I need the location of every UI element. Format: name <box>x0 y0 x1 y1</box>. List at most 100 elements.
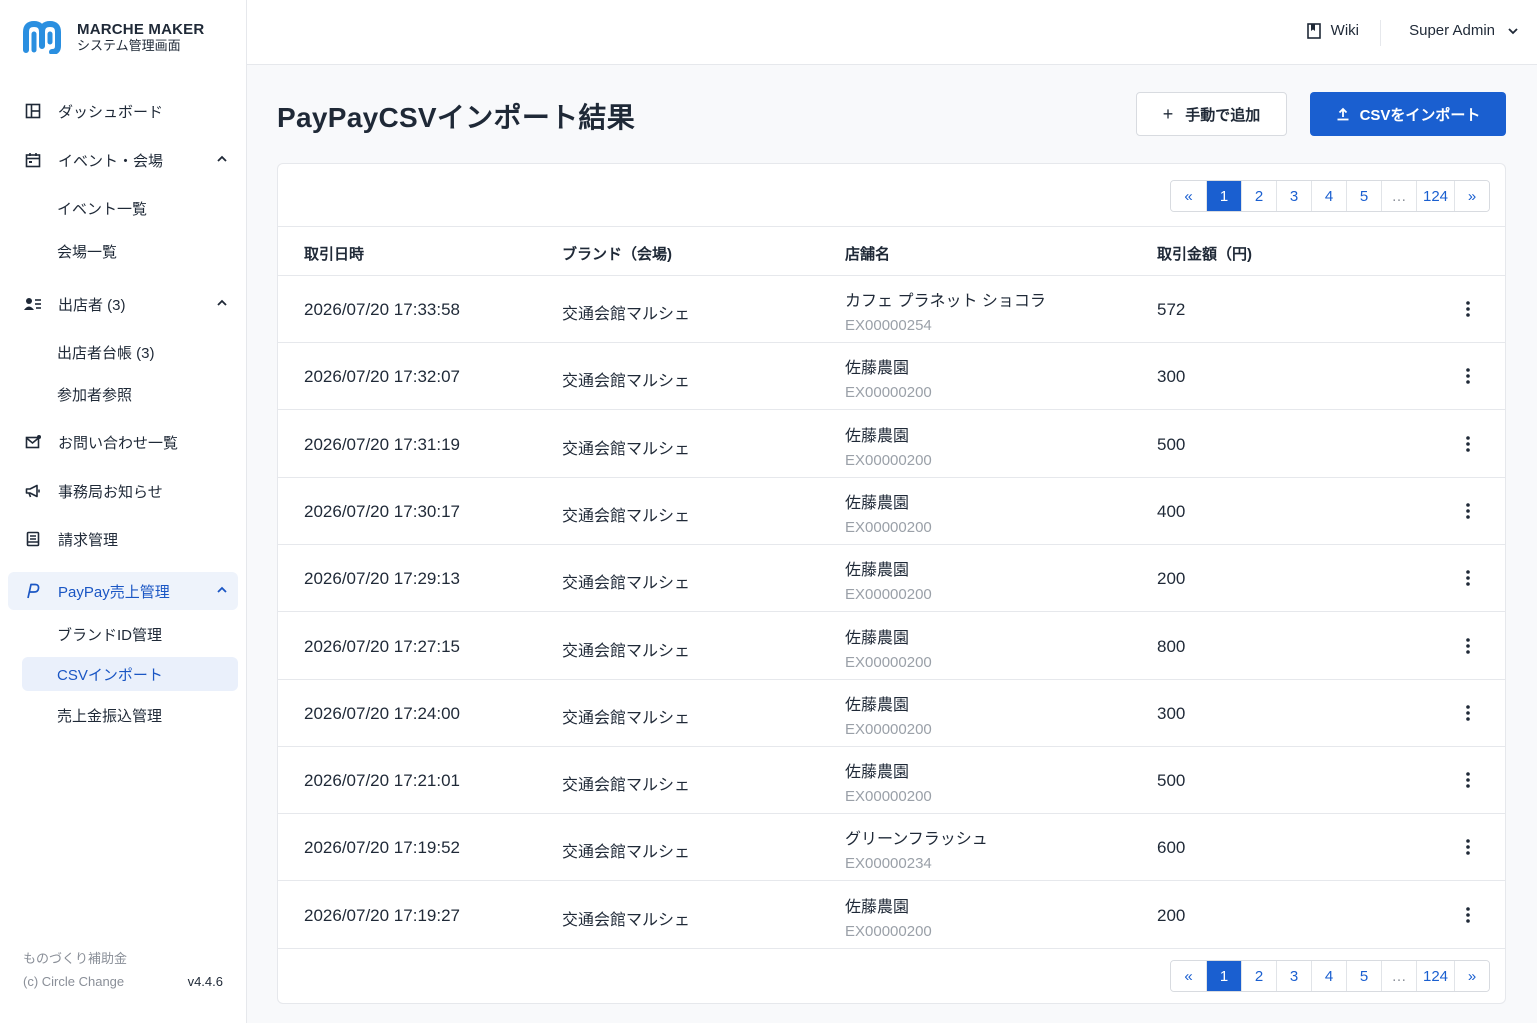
subsidy-note: ものづくり補助金 <box>23 951 128 966</box>
store-id: EX00000200 <box>845 653 932 671</box>
pagination-page[interactable]: 1 <box>1206 181 1241 211</box>
pagination-top: « 1 2 3 4 5 … 124 » <box>1170 180 1490 212</box>
sidebar-item-sales-transfer[interactable]: 売上金振込管理 <box>22 698 238 732</box>
pagination-last-page[interactable]: 124 <box>1416 961 1454 991</box>
table-header: 取引日時 ブランド（会場) 店舗名 取引金額（円) <box>278 226 1505 276</box>
user-menu[interactable]: Super Admin <box>1409 22 1519 39</box>
wiki-link[interactable]: Wiki <box>1306 22 1359 39</box>
store-name: 佐藤農園 <box>845 898 910 916</box>
transaction-datetime: 2026/07/20 17:32:07 <box>304 367 460 387</box>
manual-add-button[interactable]: + 手動で追加 <box>1136 92 1287 136</box>
transaction-amount: 500 <box>1157 771 1186 791</box>
sidebar-item-participant-ref[interactable]: 参加者参照 <box>22 377 238 411</box>
store-cell: 佐藤農園 EX00000200 <box>845 422 932 469</box>
column-header-store: 店舗名 <box>845 246 891 263</box>
transaction-datetime: 2026/07/20 17:24:00 <box>304 703 460 723</box>
pagination-prev[interactable]: « <box>1171 961 1206 991</box>
brand-venue: 交通会館マルシェ <box>562 306 691 323</box>
pagination-page[interactable]: 2 <box>1241 181 1276 211</box>
kebab-menu-icon[interactable] <box>1458 299 1478 319</box>
pagination-page[interactable]: 3 <box>1276 961 1311 991</box>
transaction-amount: 200 <box>1157 569 1186 589</box>
column-header-date: 取引日時 <box>304 246 365 263</box>
pagination-ellipsis: … <box>1381 961 1416 991</box>
table-row[interactable]: 2026/07/20 17:32:07 交通会館マルシェ 佐藤農園 EX0000020… <box>278 343 1505 411</box>
sidebar-item-label: 請求管理 <box>58 531 119 549</box>
pagination-next[interactable]: » <box>1454 961 1489 991</box>
sidebar-item-brand-id[interactable]: ブランドID管理 <box>22 617 238 651</box>
pagination-next[interactable]: » <box>1454 181 1489 211</box>
pagination-page[interactable]: 4 <box>1311 961 1346 991</box>
receipt-icon <box>24 530 42 548</box>
kebab-menu-icon[interactable] <box>1458 434 1478 454</box>
kebab-menu-icon[interactable] <box>1458 568 1478 588</box>
import-csv-button[interactable]: CSVをインポート <box>1310 92 1506 136</box>
table-row[interactable]: 2026/07/20 17:33:58 交通会館マルシェ カフェ プラネット ショコ… <box>278 276 1505 343</box>
store-name: グリーンフラッシュ <box>845 831 988 849</box>
table-row[interactable]: 2026/07/20 17:24:00 交通会館マルシェ 佐藤農園 EX0000020… <box>278 680 1505 747</box>
sidebar-item-paypay[interactable]: PayPay売上管理 <box>8 572 238 610</box>
store-name: 佐藤農園 <box>845 494 910 512</box>
table-row[interactable]: 2026/07/20 17:27:15 交通会館マルシェ 佐藤農園 EX0000020… <box>278 613 1505 680</box>
chevron-down-icon <box>1508 27 1518 34</box>
sidebar-item-events-list[interactable]: イベント一覧 <box>22 191 238 225</box>
kebab-menu-icon[interactable] <box>1458 770 1478 790</box>
sidebar-item-exhibitor-ledger[interactable]: 出店者台帳 (3) <box>22 335 238 369</box>
store-id: EX00000234 <box>845 855 932 873</box>
store-cell: 佐藤農園 EX00000200 <box>845 691 932 738</box>
brand-venue: 交通会館マルシェ <box>562 709 691 727</box>
pagination-prev[interactable]: « <box>1171 181 1206 211</box>
kebab-menu-icon[interactable] <box>1458 636 1478 656</box>
transaction-datetime: 2026/07/20 17:27:15 <box>304 636 460 656</box>
store-id: EX00000200 <box>845 922 932 940</box>
transaction-datetime: 2026/07/20 17:33:58 <box>304 300 460 319</box>
kebab-menu-icon[interactable] <box>1458 703 1478 723</box>
chevron-up-icon[interactable] <box>216 297 228 309</box>
pagination-page[interactable]: 5 <box>1346 181 1381 211</box>
pagination-last-page[interactable]: 124 <box>1416 181 1454 211</box>
pagination-page[interactable]: 5 <box>1346 961 1381 991</box>
store-name: 佐藤農園 <box>845 427 910 445</box>
sidebar-item-csv-import[interactable]: CSVインポート <box>22 657 238 691</box>
mail-icon <box>24 433 42 451</box>
transaction-datetime: 2026/07/20 17:19:27 <box>304 905 460 925</box>
chevron-up-icon[interactable] <box>216 584 228 596</box>
store-cell: 佐藤農園 EX00000200 <box>845 758 932 805</box>
pagination-page[interactable]: 4 <box>1311 181 1346 211</box>
pagination-page[interactable]: 2 <box>1241 961 1276 991</box>
store-id: EX00000200 <box>845 518 932 536</box>
kebab-menu-icon[interactable] <box>1458 501 1478 521</box>
sidebar-item-exhibitors[interactable]: 出店者 (3) <box>8 285 238 323</box>
sidebar-item-notices[interactable]: 事務局お知らせ <box>8 472 238 510</box>
sidebar-footer: ものづくり補助金 (c) Circle Change v4.4.6 <box>23 950 223 991</box>
megaphone-icon <box>24 482 42 500</box>
sidebar-item-venues-list[interactable]: 会場一覧 <box>22 234 238 268</box>
kebab-menu-icon[interactable] <box>1458 837 1478 857</box>
import-csv-label: CSVをインポート <box>1359 106 1481 124</box>
chevron-up-icon[interactable] <box>216 153 228 165</box>
sidebar-item-events[interactable]: イベント・会場 <box>8 141 238 179</box>
sidebar-item-billing[interactable]: 請求管理 <box>8 520 238 558</box>
store-id: EX00000200 <box>845 384 932 402</box>
pagination-page[interactable]: 1 <box>1206 961 1241 991</box>
table-row[interactable]: 2026/07/20 17:19:27 交通会館マルシェ 佐藤農園 EX0000020… <box>278 882 1505 949</box>
wiki-label: Wiki <box>1330 22 1359 39</box>
store-name: 佐藤農園 <box>845 696 910 714</box>
store-cell: グリーンフラッシュ EX00000234 <box>845 825 988 872</box>
table-row[interactable]: 2026/07/20 17:31:19 交通会館マルシェ 佐藤農園 EX0000020… <box>278 411 1505 478</box>
brand-subtitle: システム管理画面 <box>77 38 181 53</box>
kebab-menu-icon[interactable] <box>1458 905 1478 925</box>
table-row[interactable]: 2026/07/20 17:29:13 交通会館マルシェ 佐藤農園 EX0000020… <box>278 545 1505 613</box>
sidebar-item-inquiries[interactable]: お問い合わせ一覧 <box>8 423 238 461</box>
kebab-menu-icon[interactable] <box>1458 366 1478 386</box>
table-row[interactable]: 2026/07/20 17:19:52 交通会館マルシェ グリーンフラッシュ EX00… <box>278 814 1505 882</box>
transaction-amount: 400 <box>1157 501 1186 521</box>
sidebar: MARCHE MAKER システム管理画面 ダッシュボード イベント・会場 イベ… <box>0 0 247 1023</box>
brand-venue: 交通会館マルシェ <box>562 642 691 660</box>
brand-logo[interactable]: MARCHE MAKER システム管理画面 <box>22 20 204 54</box>
pagination-page[interactable]: 3 <box>1276 181 1311 211</box>
brand-venue: 交通会館マルシェ <box>562 507 691 525</box>
sidebar-item-dashboard[interactable]: ダッシュボード <box>8 92 238 130</box>
table-row[interactable]: 2026/07/20 17:30:17 交通会館マルシェ 佐藤農園 EX0000020… <box>278 478 1505 545</box>
table-row[interactable]: 2026/07/20 17:21:01 交通会館マルシェ 佐藤農園 EX0000020… <box>278 747 1505 815</box>
